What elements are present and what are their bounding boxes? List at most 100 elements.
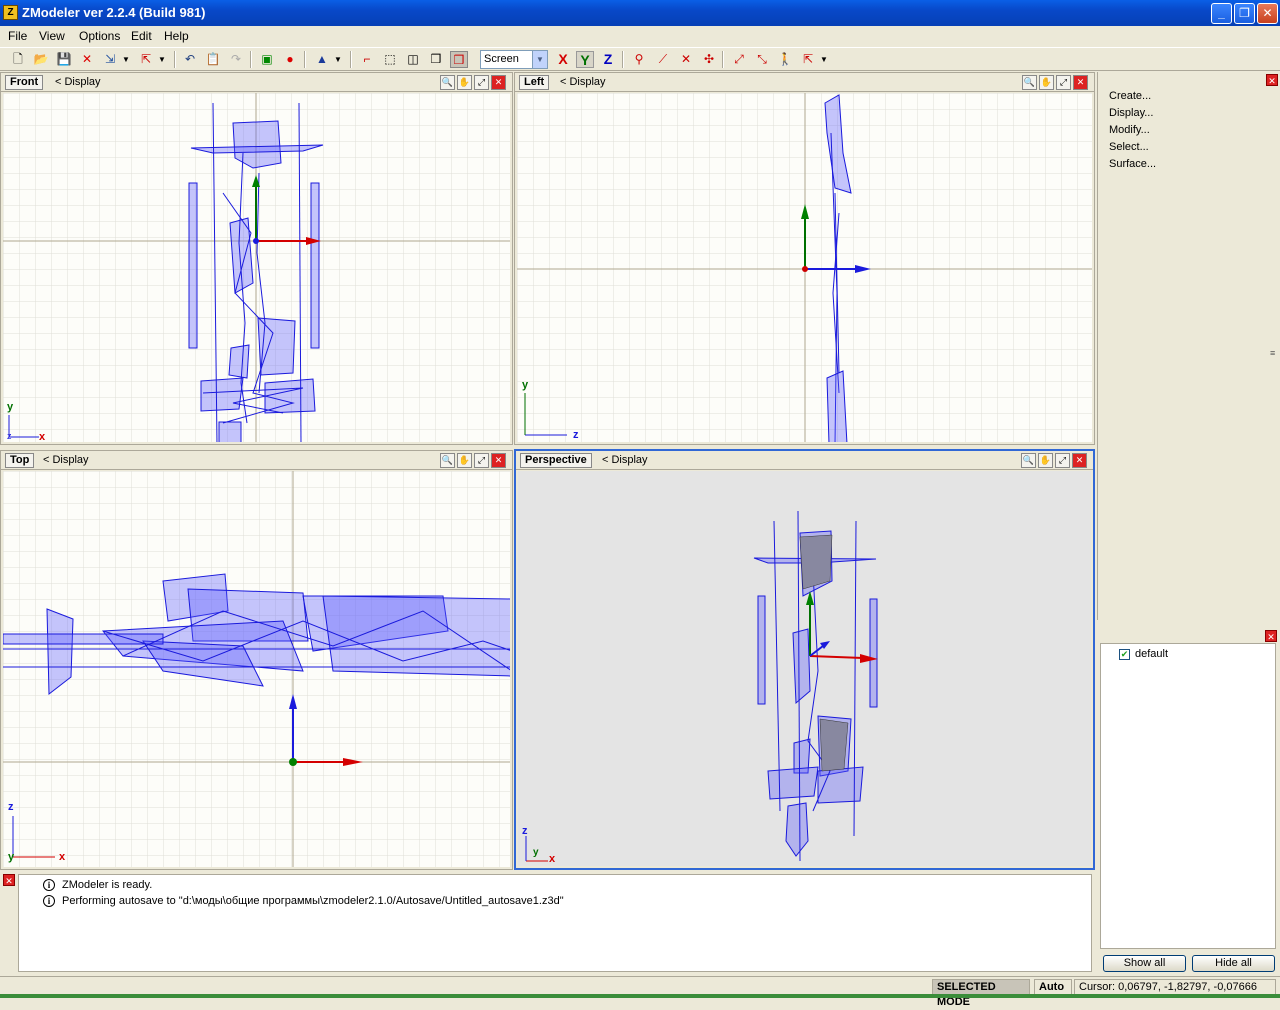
info-icon: i xyxy=(43,895,55,907)
close-panel-icon[interactable]: ✕ xyxy=(1266,74,1278,86)
viewport-canvas-front[interactable]: y x z xyxy=(3,93,510,442)
title-bar: Z ZModeler ver 2.2.4 (Build 981) _ ❐ ✕ xyxy=(0,0,1280,26)
maximize-viewport-icon[interactable]: ⤢ xyxy=(474,453,489,468)
shading-dropdown-icon[interactable]: ▼ xyxy=(333,51,343,68)
close-log-icon[interactable]: ✕ xyxy=(3,874,15,886)
viewport-canvas-left[interactable]: y z xyxy=(517,93,1092,442)
viewport-tools: 🔍 ✋ ⤢ ✕ xyxy=(438,75,508,91)
viewport-name-perspective[interactable]: Perspective xyxy=(520,453,592,468)
edge-mode-icon[interactable]: ⬚ xyxy=(381,51,399,68)
command-surface[interactable]: Surface... xyxy=(1109,158,1156,170)
save-icon[interactable]: 💾 xyxy=(55,51,73,68)
zoom-icon[interactable]: 🔍 xyxy=(440,75,455,90)
close-viewport-icon[interactable]: ✕ xyxy=(491,453,506,468)
new-file-icon[interactable]: 🗋 xyxy=(9,51,27,68)
undo-icon[interactable]: ↶ xyxy=(181,51,199,68)
axis-label-x: x xyxy=(39,431,46,442)
maximize-viewport-icon[interactable]: ⤢ xyxy=(474,75,489,90)
open-folder-icon[interactable]: 📂 xyxy=(32,51,50,68)
axis-y-button[interactable]: Y xyxy=(576,51,594,68)
zoom-icon[interactable]: 🔍 xyxy=(1022,75,1037,90)
command-select[interactable]: Select... xyxy=(1109,141,1149,153)
menu-help[interactable]: Help xyxy=(164,29,189,43)
scale-tool-icon[interactable]: ⇱ xyxy=(799,51,817,68)
restore-button[interactable]: ❐ xyxy=(1234,3,1255,24)
import-icon[interactable]: ⇲ xyxy=(101,51,119,68)
show-all-button[interactable]: Show all xyxy=(1103,955,1186,972)
material-sphere-icon[interactable]: ● xyxy=(281,51,299,68)
pan-hand-icon[interactable]: ✋ xyxy=(1038,453,1053,468)
export-icon[interactable]: ⇱ xyxy=(137,51,155,68)
close-viewport-icon[interactable]: ✕ xyxy=(491,75,506,90)
close-viewport-icon[interactable]: ✕ xyxy=(1073,75,1088,90)
command-modify[interactable]: Modify... xyxy=(1109,124,1150,136)
object-visibility-checkbox[interactable]: ✔ xyxy=(1119,649,1130,660)
snap-grid-icon[interactable]: ✣ xyxy=(700,51,718,68)
redo-icon[interactable]: ↷ xyxy=(227,51,245,68)
magnet-icon[interactable]: ⚲ xyxy=(630,51,648,68)
menu-options[interactable]: Options xyxy=(79,29,120,43)
tool-dropdown-icon[interactable]: ▼ xyxy=(819,51,829,68)
delete-icon[interactable]: ✕ xyxy=(78,51,96,68)
viewport-display-menu[interactable]: < Display xyxy=(55,76,101,88)
viewport-canvas-top[interactable]: z x y xyxy=(3,471,510,867)
command-display[interactable]: Display... xyxy=(1109,107,1153,119)
zoom-icon[interactable]: 🔍 xyxy=(440,453,455,468)
menu-bar: File View Options Edit Help xyxy=(0,26,1280,46)
rotate-tool-icon[interactable]: ⤡ xyxy=(753,51,771,68)
object-mode-icon[interactable]: ❒ xyxy=(427,51,445,68)
maximize-viewport-icon[interactable]: ⤢ xyxy=(1055,453,1070,468)
vertex-mode-icon[interactable]: ⌐ xyxy=(358,51,376,68)
taskbar-edge xyxy=(0,994,1280,998)
viewport-display-menu[interactable]: < Display xyxy=(560,76,606,88)
viewport-front[interactable]: Front < Display 🔍 ✋ ⤢ ✕ y x z xyxy=(0,72,513,445)
object-name[interactable]: default xyxy=(1135,648,1168,660)
viewport-display-menu[interactable]: < Display xyxy=(43,454,89,466)
pan-hand-icon[interactable]: ✋ xyxy=(457,453,472,468)
snap-vertex-icon[interactable]: ⟋ xyxy=(654,51,672,68)
move-tool-icon[interactable]: ⤢ xyxy=(730,51,748,68)
viewport-tools: 🔍 ✋ ⤢ ✕ xyxy=(1020,75,1090,91)
pan-hand-icon[interactable]: ✋ xyxy=(1039,75,1054,90)
zoom-icon[interactable]: 🔍 xyxy=(1021,453,1036,468)
clipboard-icon[interactable]: 📋 xyxy=(204,51,222,68)
render-icon[interactable]: ▣ xyxy=(258,51,276,68)
close-panel-icon[interactable]: ✕ xyxy=(1265,630,1277,642)
viewport-name-front[interactable]: Front xyxy=(5,75,44,90)
hide-all-button[interactable]: Hide all xyxy=(1192,955,1275,972)
walk-tool-icon[interactable]: 🚶 xyxy=(776,51,794,68)
import-dropdown-icon[interactable]: ▼ xyxy=(121,51,131,68)
pan-hand-icon[interactable]: ✋ xyxy=(457,75,472,90)
face-mode-icon[interactable]: ◫ xyxy=(404,51,422,68)
menu-file[interactable]: File xyxy=(8,29,27,43)
viewport-display-menu[interactable]: < Display xyxy=(602,454,648,466)
menu-view[interactable]: View xyxy=(39,29,65,43)
viewport-canvas-perspective[interactable]: z x y xyxy=(518,471,1091,866)
info-icon: i xyxy=(43,879,55,891)
viewport-perspective[interactable]: Perspective < Display 🔍 ✋ ⤢ ✕ z x y xyxy=(514,449,1095,870)
viewport-left[interactable]: Left < Display 🔍 ✋ ⤢ ✕ y z xyxy=(514,72,1095,445)
snap-edge-icon[interactable]: ✕ xyxy=(677,51,695,68)
space-select[interactable]: Screen ▼ xyxy=(480,50,548,69)
command-create[interactable]: Create... xyxy=(1109,90,1151,102)
close-viewport-icon[interactable]: ✕ xyxy=(1072,453,1087,468)
export-dropdown-icon[interactable]: ▼ xyxy=(157,51,167,68)
selected-mode-icon[interactable]: ❒ xyxy=(450,51,468,68)
axis-label-z: z xyxy=(7,431,12,441)
log-line: Performing autosave to "d:\моды\общие пр… xyxy=(62,895,564,907)
log-output[interactable]: i ZModeler is ready. i Performing autosa… xyxy=(18,874,1092,972)
chevron-down-icon[interactable]: ▼ xyxy=(532,51,547,68)
shading-cone-icon[interactable]: ▲ xyxy=(313,51,331,68)
object-list[interactable]: ✔ default xyxy=(1100,643,1276,949)
close-button[interactable]: ✕ xyxy=(1257,3,1278,24)
viewport-name-top[interactable]: Top xyxy=(5,453,35,468)
axis-x-button[interactable]: X xyxy=(554,51,572,68)
axis-label-y: y xyxy=(7,401,14,413)
maximize-viewport-icon[interactable]: ⤢ xyxy=(1056,75,1071,90)
viewport-name-left[interactable]: Left xyxy=(519,75,550,90)
viewport-top[interactable]: Top < Display 🔍 ✋ ⤢ ✕ z x y xyxy=(0,450,513,870)
axis-z-button[interactable]: Z xyxy=(599,51,617,68)
menu-edit[interactable]: Edit xyxy=(131,29,152,43)
panel-resize-grip-icon[interactable]: ≡ xyxy=(1270,348,1275,358)
minimize-button[interactable]: _ xyxy=(1211,3,1232,24)
